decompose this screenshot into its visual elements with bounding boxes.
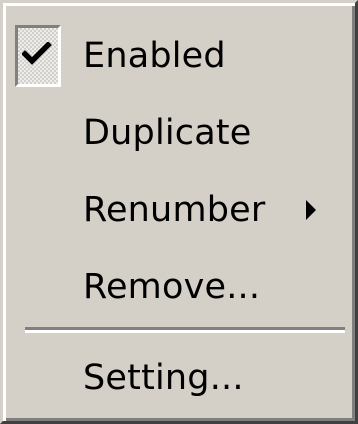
checkmark-icon <box>22 42 52 65</box>
menu-item-setting[interactable]: Setting... <box>3 337 355 419</box>
menu-item-label: Remove... <box>83 267 261 307</box>
menu-item-label: Duplicate <box>83 113 252 153</box>
context-menu: Enabled Duplicate Renumber Remove... Set… <box>0 0 358 424</box>
submenu-arrow-icon <box>306 200 316 220</box>
menu-separator <box>25 327 345 333</box>
checkbox-indicator <box>15 25 61 87</box>
menu-item-renumber[interactable]: Renumber <box>3 169 355 251</box>
menu-item-label: Renumber <box>83 190 266 230</box>
menu-item-label: Enabled <box>83 36 226 76</box>
menu-item-duplicate[interactable]: Duplicate <box>3 92 355 174</box>
menu-item-enabled[interactable]: Enabled <box>3 15 355 97</box>
menu-item-remove[interactable]: Remove... <box>3 246 355 328</box>
menu-item-label: Setting... <box>83 358 244 398</box>
